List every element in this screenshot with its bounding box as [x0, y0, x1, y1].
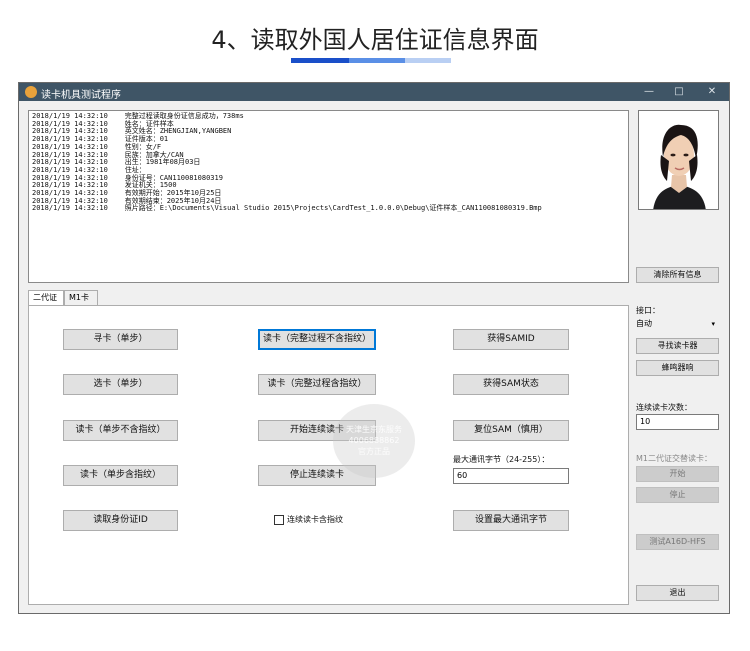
tab-m1-card[interactable]: M1卡	[64, 290, 98, 306]
read-step-no-fingerprint-button[interactable]: 读卡（单步不含指纹）	[63, 420, 178, 441]
test-hfs-button[interactable]: 测试A16D-HFS	[636, 534, 719, 550]
port-selected-value: 自动	[636, 319, 652, 328]
exit-button[interactable]: 退出	[636, 585, 719, 601]
get-samid-button[interactable]: 获得SAMID	[453, 329, 569, 350]
log-line: 2018/1/19 14:32:10 照片路径：E:\Documents\Vis…	[32, 204, 542, 213]
port-label: 接口：	[636, 306, 660, 315]
title-bar: 读卡机具测试程序 — □ ✕	[19, 83, 729, 101]
continuous-count-label: 连续读卡次数：	[636, 403, 692, 412]
heading-underline-3	[405, 58, 451, 63]
buzzer-button[interactable]: 蜂鸣器响	[636, 360, 719, 376]
maximize-button[interactable]: □	[671, 84, 687, 100]
clear-all-button[interactable]: 清除所有信息	[636, 267, 719, 283]
id-photo	[638, 110, 719, 210]
find-card-step-button[interactable]: 寻卡（单步）	[63, 329, 178, 350]
chevron-down-icon: ▾	[711, 320, 715, 328]
portrait-image	[639, 111, 718, 209]
stop-button[interactable]: 停止	[636, 487, 719, 503]
read-full-no-fingerprint-button[interactable]: 读卡（完整过程不含指纹）	[258, 329, 376, 350]
watermark-line-1: 天津生京东服务	[346, 425, 402, 434]
select-card-step-button[interactable]: 选卡（单步）	[63, 374, 178, 395]
set-max-bytes-button[interactable]: 设置最大通讯字节	[453, 510, 569, 531]
max-bytes-label: 最大通讯字节（24-255）：	[453, 455, 550, 464]
app-icon	[25, 86, 37, 98]
app-window: 读卡机具测试程序 — □ ✕ 2018/1/19 14:32:10 完整过程读取…	[18, 82, 730, 614]
start-button[interactable]: 开始	[636, 466, 719, 482]
read-step-fingerprint-button[interactable]: 读卡（单步含指纹）	[63, 465, 178, 486]
reset-sam-button[interactable]: 复位SAM（慎用）	[453, 420, 569, 441]
read-full-fingerprint-button[interactable]: 读卡（完整过程含指纹）	[258, 374, 376, 395]
max-bytes-input[interactable]: 60	[453, 468, 569, 484]
close-button[interactable]: ✕	[704, 84, 720, 100]
continuous-count-input[interactable]: 10	[636, 414, 719, 430]
port-select[interactable]: 自动 ▾	[636, 317, 719, 333]
log-output[interactable]: 2018/1/19 14:32:10 完整过程读取身份证信息成功，738ms 20…	[28, 110, 629, 283]
get-sam-status-button[interactable]: 获得SAM状态	[453, 374, 569, 395]
watermark-line-3: 官方正品	[358, 447, 390, 456]
continuous-fingerprint-checkbox[interactable]	[274, 515, 284, 525]
window-title: 读卡机具测试程序	[41, 90, 121, 101]
heading-underline-1	[291, 58, 349, 63]
page-heading: 4、读取外国人居住证信息界面	[211, 26, 539, 54]
watermark-line-2: 4006888862	[348, 436, 400, 445]
watermark-seal: 天津生京东服务 4006888862 官方正品	[333, 404, 415, 478]
find-reader-button[interactable]: 寻找读卡器	[636, 338, 719, 354]
minimize-button[interactable]: —	[641, 84, 657, 100]
continuous-fingerprint-label: 连续读卡含指纹	[287, 515, 343, 524]
m1-alternate-label: M1二代证交替读卡：	[636, 454, 712, 463]
heading-underline-2	[349, 58, 405, 63]
read-id-button[interactable]: 读取身份证ID	[63, 510, 178, 531]
